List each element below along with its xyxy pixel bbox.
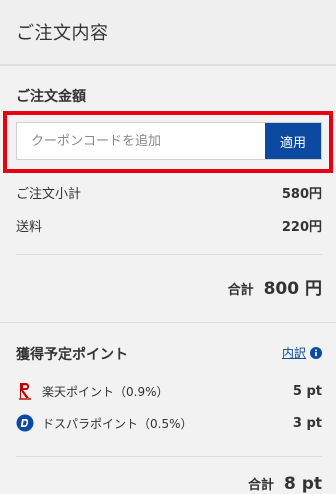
subtotal-label: ご注文小計: [16, 187, 82, 202]
dospara-points-label: ドスパラポイント（0.5%）: [42, 416, 193, 431]
points-total-row: 合計 8 pt: [248, 474, 322, 494]
dospara-points-left: ドスパラポイント（0.5%）: [16, 414, 193, 432]
panel-header: ご注文内容: [0, 0, 336, 66]
subtotal-value: 580円: [281, 187, 322, 202]
order-total-label: 合計: [227, 283, 254, 298]
info-icon: [310, 346, 322, 359]
points-divider: [16, 456, 322, 457]
rakuten-points-label: 楽天ポイント（0.9%）: [42, 384, 169, 399]
dospara-d-icon: [16, 414, 34, 432]
rakuten-points-left: 楽天ポイント（0.9%）: [16, 382, 169, 400]
shipping-row: 送料 220円: [16, 216, 322, 235]
order-summary-panel: ご注文内容 ご注文金額 適用 ご注文小計 580円 送料 220円 合計 800…: [0, 0, 336, 494]
shipping-label: 送料: [16, 220, 43, 235]
coupon-row: 適用: [16, 122, 322, 160]
section-divider: [0, 322, 336, 323]
rakuten-points-value: 5 pt: [292, 383, 322, 399]
apply-coupon-button[interactable]: 適用: [265, 123, 321, 159]
subtotal-row: ご注文小計 580円: [16, 183, 322, 202]
order-total-value: 800 円: [263, 279, 322, 299]
points-title: 獲得予定ポイント: [16, 347, 128, 363]
rakuten-r-icon: [16, 382, 34, 400]
coupon-code-input[interactable]: [17, 123, 265, 159]
dospara-points-row: ドスパラポイント（0.5%） 3 pt: [16, 414, 322, 432]
panel-title: ご注文内容: [16, 23, 109, 44]
divider: [16, 254, 322, 255]
dospara-points-value: 3 pt: [292, 415, 322, 431]
shipping-value: 220円: [281, 220, 322, 235]
points-total-label: 合計: [247, 478, 274, 493]
points-total-value: 8 pt: [283, 474, 322, 494]
rakuten-points-row: 楽天ポイント（0.9%） 5 pt: [16, 382, 322, 400]
order-amount-title: ご注文金額: [16, 89, 86, 105]
breakdown-link-label: 内訳: [281, 346, 306, 360]
order-total-row: 合計 800 円: [228, 274, 322, 299]
points-breakdown-link[interactable]: 内訳: [282, 344, 322, 361]
